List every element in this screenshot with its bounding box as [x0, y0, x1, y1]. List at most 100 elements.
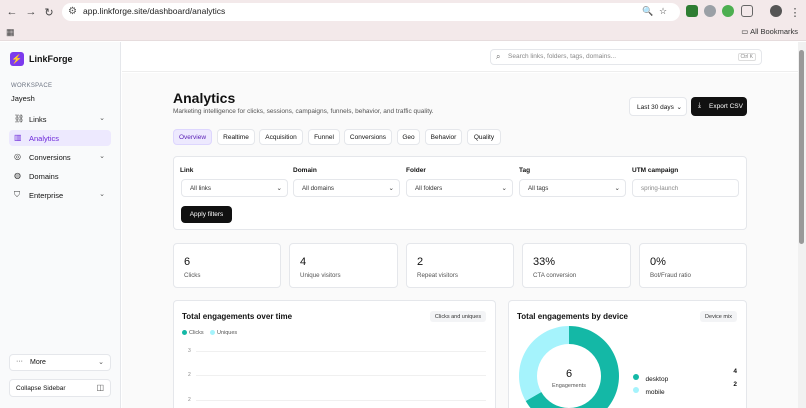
sidebar-item-analytics[interactable]: ▥ Analytics	[9, 130, 111, 146]
sidebar-item-domains[interactable]: ◍ Domains	[9, 168, 111, 184]
sidebar-item-enterprise[interactable]: ⛉ Enterprise ⌄	[9, 187, 111, 203]
search-input[interactable]: ⌕ Search links, folders, tags, domains..…	[490, 49, 762, 65]
apps-grid-icon[interactable]: ▦	[6, 27, 15, 38]
browser-menu-icon[interactable]: ⋮	[787, 4, 803, 20]
link-select[interactable]: All links ⌄	[181, 179, 288, 197]
sidebar-item-label: Conversions	[29, 153, 71, 162]
folder-select-value: All folders	[415, 185, 443, 192]
device-count: 4	[733, 368, 737, 375]
stat-label: Repeat visitors	[417, 272, 458, 279]
ellipsis-icon: ···	[16, 358, 23, 365]
link-select-value: All links	[190, 185, 211, 192]
donut-center-label: Engagements	[552, 383, 586, 389]
sidebar-item-label: Domains	[29, 172, 59, 181]
brand-name: LinkForge	[29, 54, 73, 64]
device-count: 2	[733, 381, 737, 388]
more-button[interactable]: ··· More ⌄	[9, 354, 111, 371]
stat-card-cta-conversion: 33% CTA conversion	[522, 243, 631, 288]
tab-acquisition[interactable]: Acquisition	[259, 129, 303, 145]
forward-icon[interactable]: →	[23, 4, 39, 20]
stat-value: 33%	[533, 256, 556, 268]
legend-dot	[182, 330, 187, 336]
folder-select[interactable]: All folders ⌄	[406, 179, 513, 197]
legend-label: Clicks	[189, 330, 204, 336]
tab-behavior[interactable]: Behavior	[425, 129, 462, 145]
page-subtitle: Marketing intelligence for clicks, sessi…	[173, 108, 434, 115]
device-mix-toggle[interactable]: Device mix	[700, 311, 737, 322]
extensions-puzzle-icon[interactable]	[741, 5, 753, 17]
page-title: Analytics	[173, 90, 236, 106]
tag-select[interactable]: All tags ⌄	[519, 179, 626, 197]
site-info-icon[interactable]: ⚙	[68, 6, 77, 17]
stat-value: 2	[417, 256, 424, 268]
bookmarks-bar: ▦ ▭ All Bookmarks	[0, 24, 806, 41]
legend-clicks: Clicks	[182, 330, 204, 336]
y-tick: 2	[188, 372, 191, 378]
engagements-chart-title: Total engagements over time	[182, 312, 293, 321]
device-row-desktop: desktop 4	[633, 368, 739, 383]
filter-label-utm: UTM campaign	[632, 167, 679, 174]
date-range-select[interactable]: Last 30 days ⌄	[629, 97, 687, 116]
download-icon: ⤓	[698, 102, 702, 109]
workspace-name[interactable]: Jayesh	[11, 94, 35, 103]
grid-line	[196, 375, 486, 376]
back-icon[interactable]: ←	[4, 4, 20, 20]
chevron-down-icon: ⌄	[99, 153, 105, 160]
stat-label: CTA conversion	[533, 272, 577, 279]
filter-label-domain: Domain	[293, 167, 317, 174]
donut-slice-mobile	[519, 326, 569, 401]
star-icon[interactable]: ☆	[659, 6, 667, 17]
export-label: Export CSV	[709, 103, 743, 110]
apply-filters-button[interactable]: Apply filters	[181, 206, 232, 223]
device-name: mobile	[645, 389, 665, 396]
scrollbar-thumb[interactable]	[799, 50, 804, 244]
address-bar[interactable]: ⚙ app.linkforge.site/dashboard/analytics…	[62, 3, 680, 21]
shield-icon: ⛉	[14, 190, 20, 199]
panel-icon: ◫	[96, 383, 104, 392]
domain-select[interactable]: All domains ⌄	[293, 179, 400, 197]
search-placeholder: Search links, folders, tags, domains...	[508, 53, 617, 60]
sidebar-item-label: Enterprise	[29, 191, 64, 200]
device-chart-title: Total engagements by device	[517, 312, 628, 321]
zoom-icon[interactable]: 🔍	[642, 6, 653, 17]
sidebar-item-label: Links	[29, 115, 47, 124]
tab-geo[interactable]: Geo	[397, 129, 420, 145]
tab-realtime[interactable]: Realtime	[217, 129, 255, 145]
stat-label: Bot/Fraud ratio	[650, 272, 691, 279]
sidebar-item-conversions[interactable]: ◎ Conversions ⌄	[9, 149, 111, 165]
stat-card-repeat-visitors: 2 Repeat visitors	[406, 243, 514, 288]
target-icon: ◎	[14, 152, 21, 161]
chart-toggle-button[interactable]: Clicks and uniques	[430, 311, 486, 322]
link-icon: ⛓	[14, 114, 25, 123]
profile-avatar[interactable]	[770, 5, 782, 17]
extension-icon[interactable]	[722, 5, 734, 17]
tab-overview[interactable]: Overview	[173, 129, 212, 145]
tab-conversions[interactable]: Conversions	[344, 129, 392, 145]
legend-dot	[633, 386, 639, 393]
workspace-label: WORKSPACE	[11, 83, 53, 89]
legend-dot	[633, 373, 639, 380]
page-scrollbar[interactable]	[798, 42, 806, 408]
extension-icon[interactable]	[704, 5, 716, 17]
globe-icon: ◍	[14, 171, 21, 180]
chevron-down-icon: ⌄	[99, 191, 105, 198]
legend-uniques: Uniques	[210, 330, 237, 336]
stat-label: Clicks	[184, 272, 201, 279]
tab-quality[interactable]: Quality	[467, 129, 501, 145]
all-bookmarks[interactable]: ▭ All Bookmarks	[741, 27, 798, 36]
tab-funnel[interactable]: Funnel	[308, 129, 340, 145]
chart-icon: ▥	[14, 133, 22, 142]
chevron-down-icon: ⌄	[501, 185, 507, 192]
extension-icon[interactable]	[686, 5, 698, 17]
sidebar-item-links[interactable]: ⛓ Links ⌄	[9, 111, 111, 127]
all-bookmarks-label: All Bookmarks	[750, 27, 798, 36]
utm-campaign-field[interactable]: spring-launch	[632, 179, 739, 197]
utm-campaign-value: spring-launch	[641, 185, 679, 192]
brand-logo-icon: ⚡	[10, 52, 24, 66]
device-donut-chart	[519, 326, 619, 408]
tag-select-value: All tags	[528, 185, 549, 192]
export-csv-button[interactable]: ⤓ Export CSV	[691, 97, 747, 116]
reload-icon[interactable]: ↻	[41, 4, 57, 20]
collapse-label: Collapse Sidebar	[16, 385, 66, 392]
collapse-sidebar-button[interactable]: Collapse Sidebar ◫	[9, 379, 111, 397]
